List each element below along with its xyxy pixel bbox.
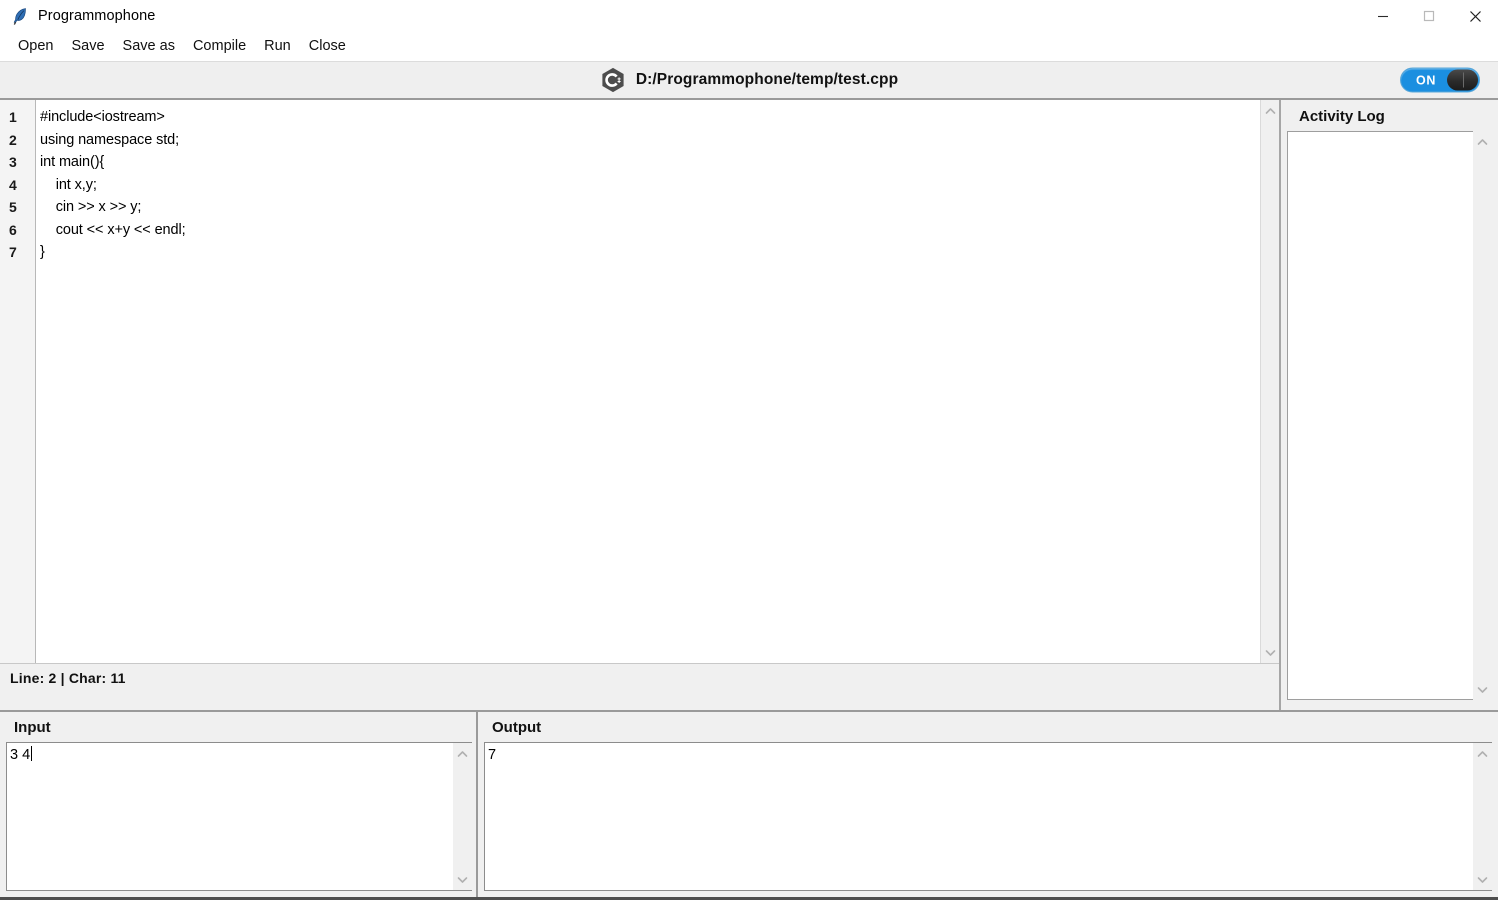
minimize-icon <box>1378 15 1388 18</box>
minimize-button[interactable] <box>1360 0 1406 32</box>
code-line: int x,y; <box>40 176 97 193</box>
code-line: int main(){ <box>40 154 105 170</box>
input-field-value: 3 4 <box>10 747 31 763</box>
line-number: 2 <box>9 131 17 148</box>
window-title: Programmophone <box>38 8 156 24</box>
editor-column: 1 2 3 4 5 6 7 #include<iostream> using n… <box>0 100 1281 710</box>
chevron-up-icon[interactable] <box>1475 746 1490 761</box>
maximize-icon <box>1423 10 1435 22</box>
line-number: 7 <box>9 244 17 260</box>
line-number: 5 <box>9 199 17 215</box>
input-panel-title: Input <box>14 719 51 736</box>
code-line: cin >> x >> y; <box>40 199 142 215</box>
output-panel-title: Output <box>492 719 542 736</box>
editor-status-bar: Line: 2 | Char: 11 <box>0 664 1279 692</box>
line-number: 1 <box>9 109 17 125</box>
close-button[interactable] <box>1452 0 1498 32</box>
cursor-position-label: Line: 2 | Char: 11 <box>10 670 126 686</box>
quill-feather-icon <box>9 5 31 27</box>
output-panel: Output 7 <box>478 712 1498 897</box>
menu-item-close[interactable]: Close <box>301 36 354 57</box>
output-field[interactable]: 7 <box>484 742 1473 891</box>
cpp-logo-icon <box>600 66 626 94</box>
menu-item-save-as[interactable]: Save as <box>115 36 183 57</box>
file-path-group: D:/Programmophone/temp/test.cpp <box>600 66 898 94</box>
input-scrollbar[interactable] <box>453 742 472 891</box>
chevron-down-icon[interactable] <box>455 872 470 887</box>
chevron-up-icon[interactable] <box>455 746 470 761</box>
application-window: Programmophone Open Save Save as Compile… <box>0 0 1498 900</box>
output-panel-body: 7 <box>484 742 1492 891</box>
menu-item-run[interactable]: Run <box>256 36 299 57</box>
line-number: 4 <box>9 176 17 193</box>
line-number: 3 <box>9 154 17 170</box>
output-scrollbar[interactable] <box>1473 742 1492 891</box>
code-line: using namespace std; <box>40 131 180 148</box>
code-line: #include<iostream> <box>40 109 165 125</box>
activity-log-scrollbar[interactable] <box>1473 131 1492 700</box>
input-field[interactable]: 3 4 <box>6 742 453 891</box>
chevron-down-icon[interactable] <box>1263 645 1278 660</box>
window-controls <box>1360 0 1498 32</box>
line-number-gutter: 1 2 3 4 5 6 7 <box>0 100 36 663</box>
activity-log-body <box>1287 131 1492 700</box>
maximize-button[interactable] <box>1406 0 1452 32</box>
activity-log-title: Activity Log <box>1299 108 1385 125</box>
menu-item-compile[interactable]: Compile <box>185 36 254 57</box>
line-number: 6 <box>9 221 17 238</box>
activity-log-content[interactable] <box>1287 131 1473 700</box>
input-panel: Input 3 4 <box>0 712 478 897</box>
code-editor[interactable]: 1 2 3 4 5 6 7 #include<iostream> using n… <box>0 100 1279 664</box>
menu-item-save[interactable]: Save <box>63 36 112 57</box>
title-bar: Programmophone <box>0 0 1498 32</box>
chevron-up-icon[interactable] <box>1475 134 1490 149</box>
toggle-label: ON <box>1416 73 1436 87</box>
code-line: } <box>40 244 45 260</box>
chevron-up-icon[interactable] <box>1263 103 1278 118</box>
code-text-area[interactable]: #include<iostream> using namespace std; … <box>36 100 1260 663</box>
menu-item-open[interactable]: Open <box>10 36 61 57</box>
run-mode-toggle[interactable]: ON <box>1400 67 1480 93</box>
io-section: Input 3 4 Output 7 <box>0 710 1498 897</box>
editor-column-filler <box>0 692 1279 710</box>
close-icon <box>1469 10 1481 22</box>
main-content: 1 2 3 4 5 6 7 #include<iostream> using n… <box>0 100 1498 710</box>
activity-log-panel: Activity Log <box>1281 100 1498 710</box>
chevron-down-icon[interactable] <box>1475 872 1490 887</box>
file-path-label: D:/Programmophone/temp/test.cpp <box>635 71 899 88</box>
menu-bar: Open Save Save as Compile Run Close <box>0 32 1498 62</box>
chevron-down-icon[interactable] <box>1475 682 1490 697</box>
file-path-toolbar: D:/Programmophone/temp/test.cpp ON <box>0 62 1498 100</box>
code-line: cout << x+y << endl; <box>40 221 186 238</box>
text-caret <box>31 746 33 761</box>
toggle-knob <box>1447 69 1478 91</box>
input-panel-body: 3 4 <box>6 742 472 891</box>
editor-vertical-scrollbar[interactable] <box>1260 100 1279 663</box>
